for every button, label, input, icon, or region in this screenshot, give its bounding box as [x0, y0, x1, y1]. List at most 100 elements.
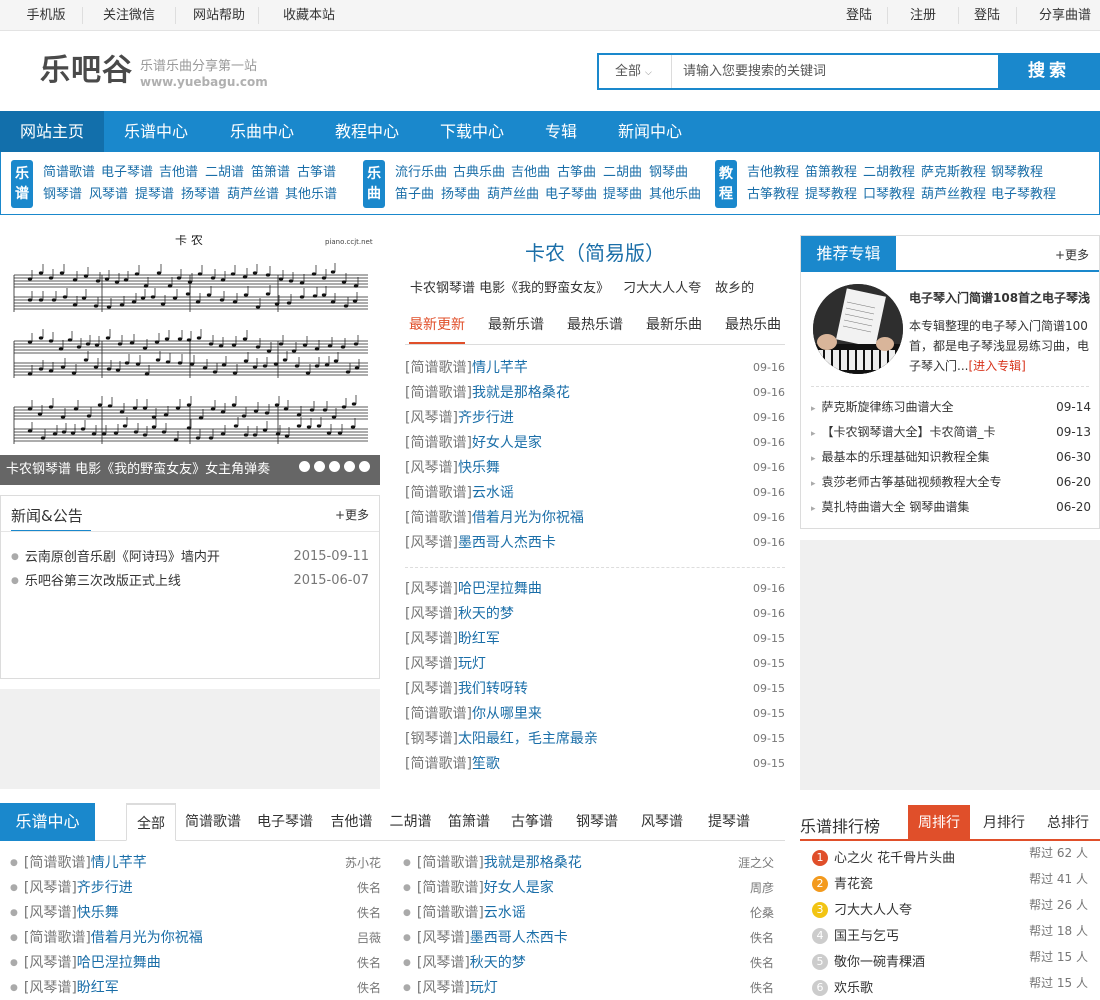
mobile-link[interactable]: 手机版 [10, 0, 82, 31]
subnav-link[interactable]: 吉他曲 [511, 165, 550, 181]
album-list-item[interactable]: ▸ 最基本的乐理基础知识教程全集 06-30 [811, 448, 1091, 468]
list-item[interactable]: [风琴谱]快乐舞 09-16 [405, 458, 785, 478]
album-cover-image[interactable] [813, 284, 903, 374]
nav-album[interactable]: 专辑 [526, 111, 596, 152]
score-item-name[interactable]: 好女人是家 [484, 880, 554, 896]
subnav-link[interactable]: 葫芦丝教程 [921, 187, 986, 203]
follow-wechat-link[interactable]: 关注微信 [83, 0, 175, 31]
subnav-link[interactable]: 古筝曲 [557, 165, 596, 181]
score-tab[interactable]: 风琴谱 [630, 803, 694, 841]
list-item[interactable]: [风琴谱]哈巴涅拉舞曲 09-16 [405, 579, 785, 599]
subnav-link[interactable]: 葫芦丝曲 [487, 187, 539, 203]
rank-item[interactable]: 3 刁大大人人夸 帮过 26 人 [812, 898, 1088, 921]
subnav-link[interactable]: 电子琴谱 [101, 165, 153, 181]
subnav-link[interactable]: 钢琴谱 [43, 187, 82, 203]
score-list-item[interactable]: ● [简谱歌谱]我就是那格桑花 涯之父 [403, 853, 774, 873]
list-item-name[interactable]: 借着月光为你祝福 [472, 510, 584, 526]
tab-latest-update[interactable]: 最新更新 [409, 312, 465, 344]
score-list-item[interactable]: ● [简谱歌谱]情儿芊芊 苏小花 [10, 853, 381, 873]
list-item-name[interactable]: 墨西哥人杰西卡 [458, 535, 556, 551]
score-item-name[interactable]: 哈巴涅拉舞曲 [77, 955, 161, 971]
site-logo[interactable]: 乐吧谷 [40, 53, 133, 89]
score-list-item[interactable]: ● [风琴谱]齐步行进 佚名 [10, 878, 381, 898]
list-item-name[interactable]: 我们转呀转 [458, 681, 528, 697]
list-item[interactable]: [风琴谱]秋天的梦 09-16 [405, 604, 785, 624]
login-link-2[interactable]: 登陆 [959, 0, 1015, 31]
score-list-item[interactable]: ● [风琴谱]快乐舞 佚名 [10, 903, 381, 923]
score-list-item[interactable]: ● [简谱歌谱]借着月光为你祝福 吕薇 [10, 928, 381, 948]
album-list-item[interactable]: ▸ 萨克斯旋律练习曲谱大全 09-14 [811, 398, 1091, 418]
subnav-link[interactable]: 提琴谱 [135, 187, 174, 203]
score-list-item[interactable]: ● [风琴谱]哈巴涅拉舞曲 佚名 [10, 953, 381, 973]
subnav-link[interactable]: 二胡教程 [863, 165, 915, 181]
nav-tutorial-center[interactable]: 教程中心 [316, 111, 418, 152]
slide-dot[interactable] [344, 461, 355, 472]
list-item-name[interactable]: 你从哪里来 [472, 706, 542, 722]
nav-home[interactable]: 网站主页 [0, 111, 104, 152]
slide-dot[interactable] [299, 461, 310, 472]
score-list-item[interactable]: ● [风琴谱]墨西哥人杰西卡 佚名 [403, 928, 774, 948]
subnav-link[interactable]: 笛箫谱 [251, 165, 290, 181]
score-tab[interactable]: 全部 [126, 803, 176, 841]
subnav-link[interactable]: 吉他教程 [747, 165, 799, 181]
featured-slide[interactable]: 卡 农 piano.ccjt.net 卡农钢琴谱 电影《我的野蛮女友》女主角弹奏 [0, 235, 380, 485]
rank-item[interactable]: 6 欢乐歌 帮过 15 人 [812, 976, 1088, 999]
score-tab[interactable]: 古筝谱 [500, 803, 564, 841]
search-button[interactable]: 搜索 [998, 53, 1100, 90]
list-item-name[interactable]: 我就是那格桑花 [472, 385, 570, 401]
subnav-link[interactable]: 葫芦丝谱 [227, 187, 279, 203]
nav-download-center[interactable]: 下载中心 [418, 111, 526, 152]
list-item[interactable]: [简谱歌谱]借着月光为你祝福 09-16 [405, 508, 785, 528]
subnav-link[interactable]: 口琴教程 [863, 187, 915, 203]
subnav-link[interactable]: 萨克斯教程 [921, 165, 986, 181]
subnav-link[interactable]: 流行乐曲 [395, 165, 447, 181]
subnav-link[interactable]: 其他乐曲 [649, 187, 701, 203]
featured-song-title[interactable]: 卡农（简易版） [405, 240, 785, 266]
list-item-name[interactable]: 盼红军 [458, 631, 500, 647]
search-category-select[interactable]: 全部 ⌵ [599, 55, 672, 88]
rank-item[interactable]: 4 国王与乞丐 帮过 18 人 [812, 924, 1088, 947]
tab-hot-music[interactable]: 最热乐曲 [725, 312, 781, 344]
tab-hot-scores[interactable]: 最热乐谱 [567, 312, 623, 344]
subnav-badge-score[interactable]: 乐谱 [11, 160, 33, 208]
list-item[interactable]: [简谱歌谱]情儿芊芊 09-16 [405, 358, 785, 378]
album-more-link[interactable]: +更多 [1055, 246, 1089, 263]
rank-item[interactable]: 2 青花瓷 帮过 41 人 [812, 872, 1088, 895]
subnav-link[interactable]: 古筝教程 [747, 187, 799, 203]
score-item-name[interactable]: 墨西哥人杰西卡 [470, 930, 568, 946]
list-item[interactable]: [简谱歌谱]我就是那格桑花 09-16 [405, 383, 785, 403]
news-more-link[interactable]: +更多 [335, 506, 369, 523]
list-item-name[interactable]: 玩灯 [458, 656, 486, 672]
list-item-name[interactable]: 好女人是家 [472, 435, 542, 451]
nav-music-center[interactable]: 乐曲中心 [208, 111, 316, 152]
album-list-item[interactable]: ▸ 袁莎老师古筝基础视频教程大全专 06-20 [811, 473, 1091, 493]
news-item[interactable]: ● 乐吧谷第三次改版正式上线 2015-06-07 [11, 572, 369, 591]
subnav-link[interactable]: 扬琴谱 [181, 187, 220, 203]
score-tab[interactable]: 笛箫谱 [438, 803, 500, 841]
list-item[interactable]: [简谱歌谱]笙歌 09-15 [405, 754, 785, 774]
list-item-name[interactable]: 太阳最红，毛主席最亲 [458, 731, 598, 747]
score-tab[interactable]: 简谱歌谱 [176, 803, 250, 841]
search-input[interactable] [673, 55, 998, 88]
score-list-item[interactable]: ● [简谱歌谱]云水谣 伦桑 [403, 903, 774, 923]
register-link[interactable]: 注册 [888, 0, 958, 31]
tab-latest-scores[interactable]: 最新乐谱 [488, 312, 544, 344]
list-item[interactable]: [简谱歌谱]好女人是家 09-16 [405, 433, 785, 453]
list-item-name[interactable]: 秋天的梦 [458, 606, 514, 622]
featured-link[interactable]: 刁大大人人夸 [623, 281, 701, 296]
score-tab[interactable]: 钢琴谱 [564, 803, 630, 841]
list-item[interactable]: [简谱歌谱]你从哪里来 09-15 [405, 704, 785, 724]
list-item[interactable]: [简谱歌谱]云水谣 09-16 [405, 483, 785, 503]
share-score-link[interactable]: 分享曲谱 [1030, 0, 1100, 31]
rank-item[interactable]: 1 心之火 花千骨片头曲 帮过 62 人 [812, 846, 1088, 869]
score-item-name[interactable]: 我就是那格桑花 [484, 855, 582, 871]
score-tab[interactable]: 电子琴谱 [250, 803, 320, 841]
score-list-item[interactable]: ● [风琴谱]秋天的梦 佚名 [403, 953, 774, 973]
score-tab[interactable]: 提琴谱 [694, 803, 764, 841]
subnav-link[interactable]: 电子琴教程 [991, 187, 1056, 203]
tab-latest-music[interactable]: 最新乐曲 [646, 312, 702, 344]
list-item[interactable]: [风琴谱]齐步行进 09-16 [405, 408, 785, 428]
score-item-name[interactable]: 玩灯 [470, 980, 498, 996]
subnav-link[interactable]: 扬琴曲 [441, 187, 480, 203]
subnav-link[interactable]: 风琴谱 [89, 187, 128, 203]
